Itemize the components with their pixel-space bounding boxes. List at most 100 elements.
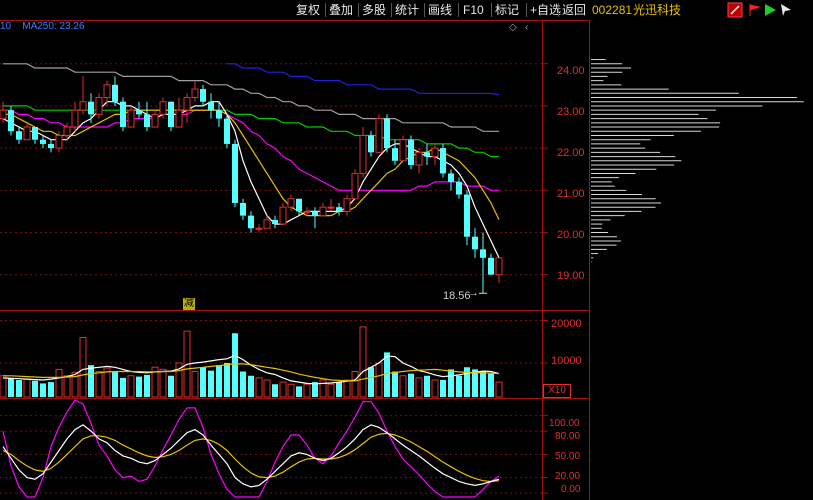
candle-body xyxy=(88,101,94,115)
volume-bar xyxy=(279,381,287,398)
volume-bar xyxy=(120,377,126,397)
volume-bar xyxy=(240,371,246,397)
volume-bar xyxy=(480,371,486,397)
volume-bar xyxy=(440,380,446,397)
volume-bar xyxy=(216,365,222,397)
volume-bar xyxy=(200,367,206,397)
candle-body xyxy=(399,139,407,162)
diamond-icon[interactable]: ◇ xyxy=(509,22,517,33)
candle-body xyxy=(336,207,342,212)
price-tick: 22.00 xyxy=(557,147,585,159)
volume-bar xyxy=(448,369,454,397)
candle-body xyxy=(120,101,126,128)
volume-bar xyxy=(168,375,174,397)
kdj-d-line xyxy=(2,432,500,483)
candle-body xyxy=(40,139,46,144)
price-tick: 19.00 xyxy=(557,270,585,282)
volume-bar xyxy=(159,368,167,398)
volume-bar xyxy=(415,377,423,398)
candle-body xyxy=(384,118,390,149)
candle-body xyxy=(375,118,383,153)
candle-body xyxy=(303,210,311,213)
volume-bar xyxy=(359,326,367,398)
candle-body xyxy=(464,194,470,237)
candle-body xyxy=(368,135,374,153)
kdj-tick: 100.00 xyxy=(549,418,580,429)
volume-bar xyxy=(303,383,311,398)
candle-body xyxy=(392,148,398,161)
candle-body xyxy=(224,118,230,144)
candle-body xyxy=(359,134,367,174)
candle-body xyxy=(343,198,351,212)
kdj-tick: 20.00 xyxy=(555,471,581,482)
candle-body xyxy=(127,109,135,128)
volume-bar xyxy=(287,383,295,398)
volume-bar xyxy=(327,383,335,398)
kdj-tick: 0.00 xyxy=(561,484,581,495)
volume-bar xyxy=(144,374,150,397)
candle-body xyxy=(112,84,118,102)
volume-bar xyxy=(399,375,407,398)
volume-bar xyxy=(272,384,278,397)
volume-bar xyxy=(248,375,254,397)
candle-body xyxy=(312,211,318,216)
volume-bar xyxy=(48,382,54,397)
price-tick: 24.00 xyxy=(557,65,585,77)
volume-bar xyxy=(488,373,494,397)
volume-tick: 10000 xyxy=(551,355,582,367)
chevron-icon[interactable]: ‹ xyxy=(525,22,528,33)
candle-body xyxy=(480,249,486,258)
volume-bar xyxy=(319,379,327,398)
volume-bar xyxy=(23,378,31,398)
candle-body xyxy=(103,84,111,98)
kdj-tick: 80.00 xyxy=(555,431,581,442)
volume-unit: X10 xyxy=(543,384,571,398)
candle-body xyxy=(415,151,423,166)
candle-body xyxy=(144,114,150,128)
candle-body xyxy=(191,88,199,98)
stock-chart[interactable] xyxy=(0,0,813,500)
volume-bar xyxy=(0,375,7,398)
volume-bar xyxy=(431,379,439,398)
volume-bar xyxy=(32,380,38,397)
volume-tick: 20000 xyxy=(551,318,582,330)
volume-bar xyxy=(79,337,87,398)
volume-bar xyxy=(224,363,230,397)
candle-body xyxy=(63,126,71,136)
price-tick: 20.00 xyxy=(557,229,585,241)
candle-body xyxy=(495,257,503,276)
candle-body xyxy=(431,147,439,158)
candle-body xyxy=(232,143,238,203)
candle-body xyxy=(296,198,302,212)
volume-bar xyxy=(424,375,430,397)
volume-bar xyxy=(368,367,374,397)
candle-body xyxy=(448,173,454,182)
kdj-j-line xyxy=(2,399,500,498)
volume-bar xyxy=(40,383,46,397)
reduce-marker[interactable]: 减 xyxy=(183,298,195,310)
volume-bar xyxy=(191,371,199,398)
candle-body xyxy=(424,152,430,157)
candle-body xyxy=(472,236,478,250)
volume-bar xyxy=(472,369,478,397)
volume-bar xyxy=(136,376,142,397)
candle-body xyxy=(263,219,271,229)
candle-body xyxy=(287,198,295,208)
candle-body xyxy=(488,257,494,275)
volume-bar xyxy=(296,386,302,397)
volume-bar xyxy=(375,362,383,398)
volume-bar xyxy=(255,377,263,398)
candle-body xyxy=(48,143,54,149)
volume-bar xyxy=(16,380,22,397)
candle-body xyxy=(272,219,278,225)
volume-bar xyxy=(232,333,238,397)
candle-body xyxy=(408,139,414,165)
candle-body xyxy=(208,101,214,111)
candle-body xyxy=(95,97,103,115)
candle-body xyxy=(279,206,287,225)
candle-body xyxy=(440,148,446,174)
volume-bar xyxy=(351,371,359,398)
candle-body xyxy=(55,134,63,149)
volume-bar xyxy=(456,375,462,397)
candle-body xyxy=(175,109,183,128)
